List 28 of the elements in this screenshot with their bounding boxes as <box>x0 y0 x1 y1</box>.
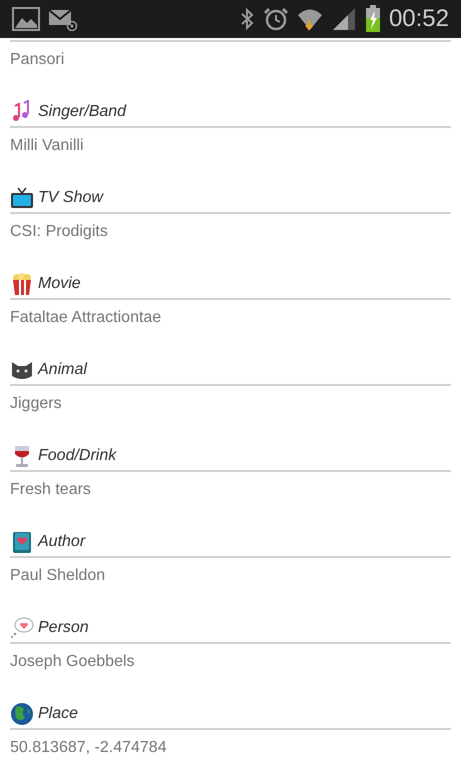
alarm-clock-icon <box>262 6 289 32</box>
field-label: Movie <box>38 274 81 294</box>
field-label: Author <box>38 532 86 552</box>
popcorn-icon <box>10 272 34 296</box>
field-value: Pansori <box>9 50 66 70</box>
globe-icon <box>10 702 34 726</box>
clock-time: 00:52 <box>388 7 449 31</box>
field-value: Fresh tears <box>9 480 92 500</box>
field-value: Paul Sheldon <box>9 566 106 586</box>
field-value: Jiggers <box>9 394 63 414</box>
television-icon <box>10 186 34 210</box>
field-label: Food/Drink <box>38 446 116 466</box>
field-label: Singer/Band <box>38 102 126 122</box>
picture-icon <box>12 7 40 31</box>
speech-bubble-heart-icon <box>10 616 34 640</box>
battery-charging-icon <box>364 5 381 33</box>
field-label: Animal <box>38 360 87 380</box>
field-value: 50.813687, -2.474784 <box>9 738 168 758</box>
email-icon <box>48 7 78 31</box>
field-value: CSI: Prodigits <box>9 222 109 242</box>
field-label: TV Show <box>38 188 103 208</box>
field-value: Fataltae Attractiontae <box>9 308 162 328</box>
field-label: Person <box>38 618 89 638</box>
field-label: Place <box>38 704 78 724</box>
signal-icon <box>330 6 357 32</box>
bluetooth-icon <box>238 7 255 31</box>
field-value: Milli Vanilli <box>9 136 84 156</box>
field-value: Joseph Goebbels <box>9 652 136 672</box>
